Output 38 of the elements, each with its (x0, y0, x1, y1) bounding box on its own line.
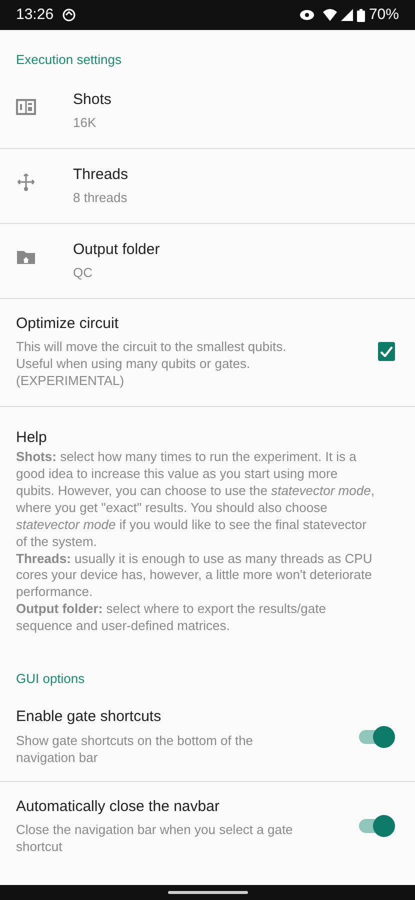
preference-summary: This will move the circuit to the smallest qubits. Useful when using many qubits or gates. (EXPERIMENTAL) (16, 339, 288, 390)
preference-title: Threads (73, 164, 130, 185)
battery-percent: 70% (368, 4, 399, 25)
preference-title: Output folder (73, 240, 161, 260)
threads-icon (16, 172, 36, 192)
preference-title: Optimize circuit (16, 314, 120, 334)
status-time: 13:26 (16, 4, 54, 25)
help-paragraph: Output folder: select where to export the results/gate sequence and user-defined matrices. (16, 601, 327, 635)
folder-icon (16, 248, 36, 264)
help-paragraph: Threads: usually it is enough to use as many threads as CPU cores your device has, however, a little more won't deteriorate performance. (16, 550, 374, 602)
preference-title: Automatically close the navbar (16, 796, 220, 817)
preference-item[interactable]: Enable gate shortcuts Show gate shortcuts on the bottom of the navigation bar (0, 692, 415, 782)
preference-item[interactable]: Shots 16K (0, 74, 415, 148)
preference-title: Enable gate shortcuts (16, 707, 162, 728)
preference-item[interactable]: Automatically close the navbar Close the navigation bar when you select a gate shortcut (0, 782, 415, 870)
preference-summary: Close the navigation bar when you select a gate shortcut (16, 822, 294, 856)
section-header: GUI options (15, 670, 86, 688)
preference-title: Help (16, 428, 48, 448)
preference-item[interactable]: Threads 8 threads (0, 148, 415, 224)
toggle-switch[interactable] (357, 814, 395, 837)
preference-summary: 16K (73, 115, 98, 132)
checkbox[interactable] (378, 342, 395, 361)
help-paragraph: Shots: select how many times to run the experiment. It is a good idea to increase this value as you start using more qubits. However, you can choose to use the statevector mode, where you get "exact" results. You should also choose statevector mode if you would like to see the final statevector of the system. (16, 449, 375, 551)
eye-icon (298, 9, 315, 21)
wifi-icon (322, 9, 337, 21)
preference-summary: 8 threads (73, 190, 128, 208)
section-header: Execution settings (15, 51, 123, 69)
notification-icon (62, 8, 76, 22)
preference-summary: QC (73, 265, 94, 282)
preference-summary: Show gate shortcuts on the bottom of the navigation bar (16, 732, 254, 767)
shots-icon (16, 98, 36, 114)
home-handle[interactable] (168, 891, 248, 894)
preference-title: Shots (73, 90, 112, 110)
battery-icon (356, 8, 365, 22)
preference-item[interactable]: Optimize circuit This will move the circuit to the smallest qubits. Useful when using many qubits or gates. (EXPERIMENTAL) (0, 298, 415, 407)
toggle-switch[interactable] (357, 726, 395, 748)
signal-icon (340, 9, 353, 21)
preference-item[interactable]: Output folder QC (0, 224, 415, 298)
